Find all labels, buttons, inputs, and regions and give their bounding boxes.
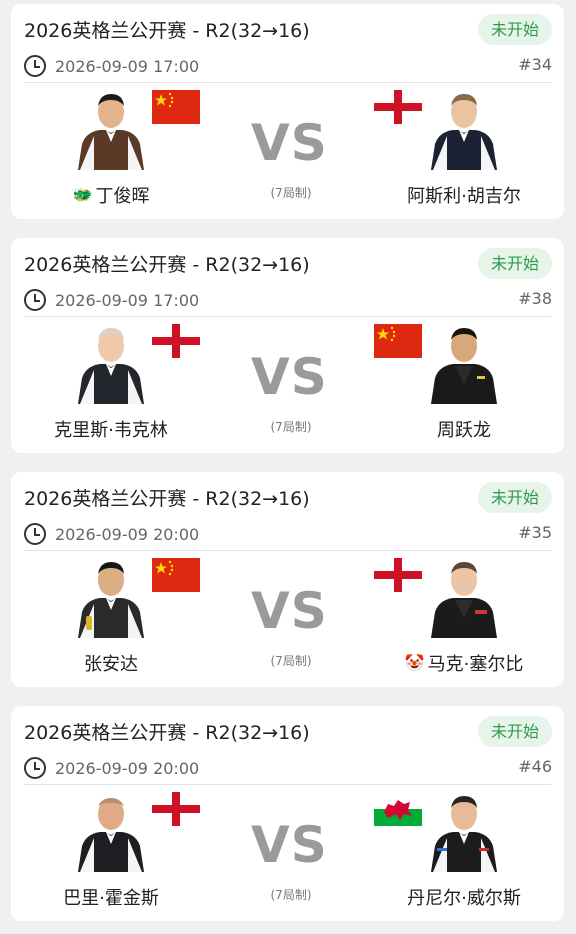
time-row: 2026-09-09 17:00 [24, 54, 199, 78]
match-card[interactable]: 2026英格兰公开赛 - R2(32→16) 未开始 2026-09-09 17… [11, 4, 564, 219]
divider [24, 550, 551, 551]
player-photo-right[interactable] [429, 90, 499, 170]
match-format: (7局制) [270, 186, 312, 200]
match-title: 2026英格兰公开赛 - R2(32→16) [24, 722, 310, 744]
player-name-right[interactable]: 🤡 马克·塞尔比 [364, 650, 564, 676]
vs-label: VS [251, 816, 328, 874]
china-flag-icon [152, 558, 200, 592]
status-badge: 未开始 [478, 248, 552, 279]
match-number: #46 [518, 757, 552, 776]
player-name-text: 周跃龙 [437, 420, 491, 441]
china-flag-icon [374, 324, 422, 358]
player-name-left[interactable]: 🐲 丁俊晖 [11, 182, 211, 208]
status-badge: 未开始 [478, 716, 552, 747]
player-name-left[interactable]: 巴里·霍金斯 [11, 884, 211, 910]
player-name-text: 丹尼尔·威尔斯 [407, 888, 521, 909]
match-number: #35 [518, 523, 552, 542]
divider [24, 784, 551, 785]
player-name-text: 张安达 [84, 654, 138, 675]
player-photo-right[interactable] [429, 324, 499, 404]
clown-icon: 🤡 [404, 653, 425, 672]
match-format: (7局制) [270, 654, 312, 668]
england-flag-icon [374, 558, 422, 592]
england-flag-icon [152, 324, 200, 358]
match-time: 2026-09-09 17:00 [55, 290, 200, 310]
england-flag-icon [152, 792, 200, 826]
time-row: 2026-09-09 20:00 [24, 522, 199, 546]
player-name-left[interactable]: 张安达 [11, 650, 211, 676]
player-name-text: 丁俊晖 [95, 186, 150, 207]
match-time: 2026-09-09 20:00 [55, 524, 200, 544]
status-badge: 未开始 [478, 14, 552, 45]
divider [24, 316, 551, 317]
player-photo-right[interactable] [429, 792, 499, 872]
vs-label: VS [251, 114, 328, 172]
match-time: 2026-09-09 20:00 [55, 758, 200, 778]
player-name-text: 阿斯利·胡吉尔 [407, 186, 521, 207]
match-card[interactable]: 2026英格兰公开赛 - R2(32→16) 未开始 2026-09-09 20… [11, 472, 564, 687]
match-title: 2026英格兰公开赛 - R2(32→16) [24, 488, 310, 510]
match-number: #34 [518, 55, 552, 74]
match-number: #38 [518, 289, 552, 308]
divider [24, 82, 551, 83]
match-card[interactable]: 2026英格兰公开赛 - R2(32→16) 未开始 2026-09-09 20… [11, 706, 564, 921]
match-format: (7局制) [270, 888, 312, 902]
player-name-right[interactable]: 阿斯利·胡吉尔 [364, 182, 564, 208]
player-name-text: 巴里·霍金斯 [63, 888, 159, 909]
player-photo-left[interactable] [76, 558, 146, 638]
vs-label: VS [251, 348, 328, 406]
status-badge: 未开始 [478, 482, 552, 513]
match-card[interactable]: 2026英格兰公开赛 - R2(32→16) 未开始 2026-09-09 17… [11, 238, 564, 453]
dragon-icon: 🐲 [72, 185, 93, 204]
player-photo-left[interactable] [76, 792, 146, 872]
clock-icon [24, 523, 46, 545]
time-row: 2026-09-09 20:00 [24, 756, 199, 780]
player-name-text: 马克·塞尔比 [427, 654, 524, 675]
clock-icon [24, 55, 46, 77]
match-format: (7局制) [270, 420, 312, 434]
clock-icon [24, 289, 46, 311]
match-time: 2026-09-09 17:00 [55, 56, 200, 76]
player-photo-left[interactable] [76, 90, 146, 170]
player-name-right[interactable]: 丹尼尔·威尔斯 [364, 884, 564, 910]
clock-icon [24, 757, 46, 779]
time-row: 2026-09-09 17:00 [24, 288, 199, 312]
vs-label: VS [251, 582, 328, 640]
wales-flag-icon [374, 792, 422, 826]
match-title: 2026英格兰公开赛 - R2(32→16) [24, 254, 310, 276]
player-name-right[interactable]: 周跃龙 [364, 416, 564, 442]
player-name-left[interactable]: 克里斯·韦克林 [11, 416, 211, 442]
match-title: 2026英格兰公开赛 - R2(32→16) [24, 20, 310, 42]
china-flag-icon [152, 90, 200, 124]
player-photo-right[interactable] [429, 558, 499, 638]
player-name-text: 克里斯·韦克林 [54, 420, 168, 441]
england-flag-icon [374, 90, 422, 124]
player-photo-left[interactable] [76, 324, 146, 404]
